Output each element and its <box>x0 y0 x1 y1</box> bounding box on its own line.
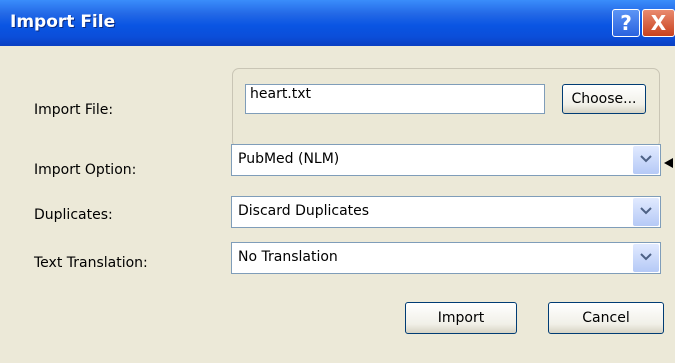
chevron-down-icon[interactable] <box>633 146 659 174</box>
window-title: Import File <box>10 12 116 32</box>
text-translation-value: No Translation <box>238 249 338 265</box>
close-button[interactable]: X <box>642 9 675 37</box>
duplicates-label: Duplicates: <box>34 207 113 223</box>
duplicates-value: Discard Duplicates <box>238 203 370 219</box>
title-bar[interactable]: Import File ? X <box>0 0 675 46</box>
chevron-down-icon[interactable] <box>633 198 659 226</box>
import-button[interactable]: Import <box>405 302 517 334</box>
text-translation-select[interactable]: No Translation <box>231 242 661 274</box>
choose-button[interactable]: Choose... <box>562 84 646 114</box>
duplicates-select[interactable]: Discard Duplicates <box>231 196 661 228</box>
chevron-down-icon[interactable] <box>633 244 659 272</box>
import-file-dialog: Import File ? X Import File: heart.txt C… <box>0 0 675 363</box>
import-file-label: Import File: <box>34 102 114 118</box>
help-button[interactable]: ? <box>612 9 640 37</box>
import-option-label: Import Option: <box>34 162 137 178</box>
help-icon: ? <box>620 11 632 35</box>
import-file-input[interactable]: heart.txt <box>245 84 545 114</box>
cancel-button[interactable]: Cancel <box>548 302 664 334</box>
pointer-arrow-icon <box>664 158 673 168</box>
text-translation-label: Text Translation: <box>34 255 148 271</box>
close-icon: X <box>650 11 667 35</box>
import-option-select[interactable]: PubMed (NLM) <box>231 144 661 176</box>
dialog-body: Import File: heart.txt Choose... Import … <box>0 46 675 363</box>
import-option-value: PubMed (NLM) <box>238 151 340 167</box>
